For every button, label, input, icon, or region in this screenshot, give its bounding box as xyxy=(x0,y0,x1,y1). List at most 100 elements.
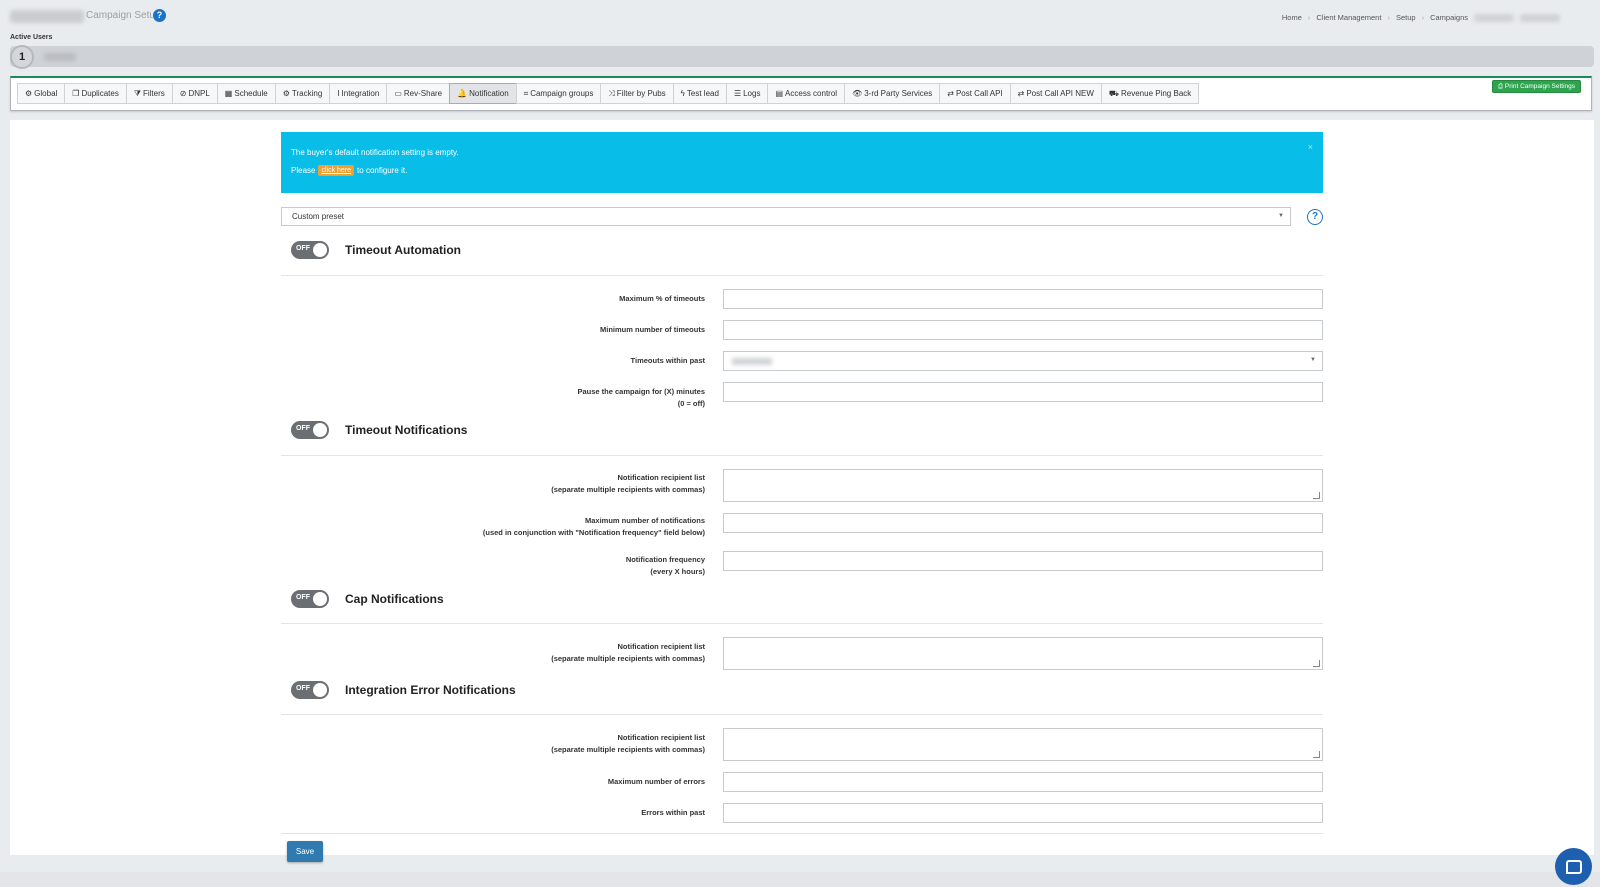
question-circle-icon[interactable]: ? xyxy=(1307,209,1323,225)
alert-suffix: to configure it. xyxy=(357,166,408,175)
resize-handle-icon[interactable] xyxy=(1313,492,1320,499)
timeout-automation-toggle[interactable]: OFF xyxy=(291,241,329,259)
eye-icon: 👁 xyxy=(852,89,863,98)
toggle-label: OFF xyxy=(296,425,310,432)
tab-revenue-ping-back[interactable]: ⛟ Revenue Ping Back xyxy=(1100,83,1200,104)
copy-icon: ❐ xyxy=(72,89,80,98)
max-timeouts-percent-label: Maximum % of timeouts xyxy=(619,294,705,303)
toggle-label: OFF xyxy=(296,245,310,252)
tab-label: DNPL xyxy=(188,89,210,98)
integration-error-notifications-toggle[interactable]: OFF xyxy=(291,681,329,699)
tab-dnpl[interactable]: ⊘ DNPL xyxy=(171,83,218,104)
tab-rev-share[interactable]: ▭ Rev-Share xyxy=(386,83,451,104)
breadcrumb-separator: › xyxy=(1307,13,1311,22)
label-main: Notification frequency xyxy=(625,555,705,564)
breadcrumb-redacted xyxy=(1520,13,1560,22)
chevron-down-icon: ▼ xyxy=(1310,357,1316,363)
tab-filter-by-pubs[interactable]: ⤨ Filter by Pubs xyxy=(600,83,674,104)
errors-within-past-label: Errors within past xyxy=(641,808,705,817)
timeout-notifications-toggle[interactable]: OFF xyxy=(291,421,329,439)
select-value-redacted xyxy=(732,358,772,365)
label-sub: (every X hours) xyxy=(650,567,705,576)
print-button-label: Print Campaign Settings xyxy=(1504,83,1575,90)
click-here-link[interactable]: click here xyxy=(318,165,355,176)
tab-label: Revenue Ping Back xyxy=(1121,89,1192,98)
min-timeouts-label: Minimum number of timeouts xyxy=(600,325,705,334)
page-title: Campaign Setup xyxy=(86,10,161,21)
active-user-row[interactable] xyxy=(10,46,1594,67)
tab-post-call-api-new[interactable]: ⇄ Post Call API NEW xyxy=(1009,83,1102,104)
toggle-label: OFF xyxy=(296,594,310,601)
chevron-down-icon: ▼ xyxy=(1278,213,1284,219)
print-campaign-settings-button[interactable]: ⎙ Print Campaign Settings xyxy=(1491,80,1581,93)
tab-global[interactable]: ⚙ Global xyxy=(17,83,66,104)
timeout-recipient-list-textarea[interactable] xyxy=(723,469,1323,502)
cap-recipient-list-textarea[interactable] xyxy=(723,637,1323,670)
close-icon[interactable]: × xyxy=(1308,142,1313,152)
max-errors-input[interactable] xyxy=(723,772,1323,792)
label-main: Notification recipient list xyxy=(617,733,705,742)
tab-label: Global xyxy=(34,89,58,98)
object-group-icon: ⌗ xyxy=(523,88,529,98)
tab-filters[interactable]: ⧩ Filters xyxy=(125,83,173,104)
notification-frequency-input[interactable] xyxy=(723,551,1323,571)
gears-icon: ⚙ xyxy=(282,89,290,98)
integration-error-notifications-title: Integration Error Notifications xyxy=(345,683,516,697)
save-button[interactable]: Save xyxy=(287,841,323,862)
filter-icon: ⧩ xyxy=(133,88,141,98)
breadcrumb-client-management[interactable]: Client Management xyxy=(1316,13,1381,22)
tab-bar: ⚙ Global ❐ Duplicates ⧩ Filters ⊘ DNPL ▦ Sche… xyxy=(17,83,1200,104)
tab-logs[interactable]: ☰ Logs xyxy=(725,83,769,104)
breadcrumb-setup[interactable]: Setup xyxy=(1396,13,1416,22)
cap-recipient-list-label: Notification recipient list (separate mu… xyxy=(551,641,705,665)
tab-schedule[interactable]: ▦ Schedule xyxy=(216,83,276,104)
tab-notification[interactable]: 🔔 Notification xyxy=(449,83,517,104)
tab-duplicates[interactable]: ❐ Duplicates xyxy=(64,83,127,104)
label-sub: (used in conjunction with "Notification … xyxy=(482,528,705,537)
tab-label: Duplicates xyxy=(81,89,119,98)
calendar-icon: ▦ xyxy=(224,89,233,98)
toggle-knob xyxy=(313,243,327,257)
bolt-icon: ϟ xyxy=(680,89,685,98)
pause-campaign-label-main: Pause the campaign for (X) minutes xyxy=(577,387,705,396)
exchange-icon: ⇄ xyxy=(1017,89,1025,98)
ban-icon: ⊘ xyxy=(179,89,187,98)
errors-within-past-input[interactable] xyxy=(723,803,1323,823)
alert-message: The buyer's default notification setting… xyxy=(291,148,459,157)
integration-recipient-list-textarea[interactable] xyxy=(723,728,1323,761)
tab-campaign-groups[interactable]: ⌗ Campaign groups xyxy=(515,83,602,104)
resize-handle-icon[interactable] xyxy=(1313,751,1320,758)
tab-label: Post Call API NEW xyxy=(1026,89,1094,98)
tab-access-control[interactable]: ▤ Access control xyxy=(767,83,846,104)
resize-handle-icon[interactable] xyxy=(1313,660,1320,667)
breadcrumb-campaigns[interactable]: Campaigns xyxy=(1430,13,1468,22)
tab-post-call-api[interactable]: ⇄ Post Call API xyxy=(939,83,1011,104)
pause-campaign-minutes-input[interactable] xyxy=(723,382,1323,402)
breadcrumb-home[interactable]: Home xyxy=(1282,13,1302,22)
min-timeouts-input[interactable] xyxy=(723,320,1323,340)
list-icon: ☰ xyxy=(733,89,742,98)
user-badge: 1 xyxy=(10,45,34,69)
preset-select[interactable]: Custom preset ▼ xyxy=(281,207,1291,226)
question-circle-icon[interactable]: ? xyxy=(153,9,166,22)
tab-label: Post Call API xyxy=(955,89,1003,98)
tab-3rd-party-services[interactable]: 👁 3-rd Party Services xyxy=(844,83,941,104)
gears-icon: ⚙ xyxy=(25,89,33,98)
label-sub: (separate multiple recipients with comma… xyxy=(551,745,705,754)
max-notifications-input[interactable] xyxy=(723,513,1323,533)
section-divider xyxy=(281,833,1323,834)
tab-integration[interactable]: I Integration xyxy=(329,83,388,104)
chat-icon xyxy=(1565,859,1582,874)
app-name-redacted xyxy=(10,10,84,23)
breadcrumb-redacted xyxy=(1474,13,1514,22)
timeouts-within-past-select[interactable]: ▼ xyxy=(723,351,1323,371)
user-name-redacted xyxy=(44,53,76,61)
chat-launcher-button[interactable] xyxy=(1555,848,1592,885)
money-icon: ▭ xyxy=(394,89,402,98)
max-timeouts-percent-input[interactable] xyxy=(723,289,1323,309)
tab-test-lead[interactable]: ϟ Test lead xyxy=(672,83,727,104)
cap-notifications-toggle[interactable]: OFF xyxy=(291,590,329,608)
label-main: Notification recipient list xyxy=(617,473,705,482)
tab-label: 3-rd Party Services xyxy=(864,89,933,98)
tab-tracking[interactable]: ⚙ Tracking xyxy=(274,83,331,104)
